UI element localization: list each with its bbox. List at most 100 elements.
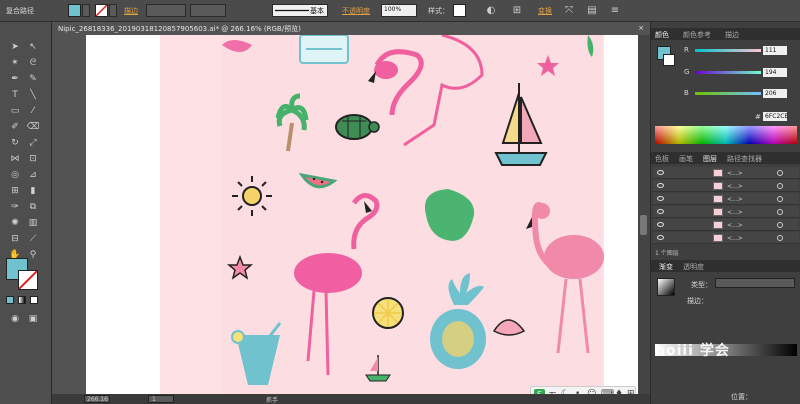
pen-tool-icon[interactable]: ✒ — [8, 72, 22, 86]
channel-r-value[interactable]: 111 — [763, 46, 787, 55]
close-document-icon[interactable]: × — [638, 24, 644, 32]
line-segment-tool-icon[interactable]: ╲ — [26, 88, 40, 102]
vertical-scroll-thumb[interactable] — [640, 215, 647, 235]
flamingo-left-shape — [294, 193, 380, 376]
target-circle-icon[interactable] — [777, 196, 783, 202]
none-mode-button[interactable] — [30, 296, 38, 304]
target-circle-icon[interactable] — [777, 183, 783, 189]
graphic-style-swatch[interactable] — [453, 4, 466, 17]
column-graph-tool-icon[interactable]: ▥ — [26, 216, 40, 230]
opacity-link[interactable]: 不透明度 — [342, 6, 370, 16]
panel-menu-icon[interactable]: ≡ — [608, 4, 622, 18]
zoom-field[interactable]: 266.16 — [84, 395, 110, 403]
artboard-tool-icon[interactable]: ⊟ — [8, 232, 22, 246]
gradient-type-dropdown[interactable] — [715, 278, 795, 288]
document-tab[interactable]: Nipic_26818336_20190318120857905603.ai* … — [52, 22, 650, 35]
tab-layers[interactable]: 图层 — [703, 154, 717, 164]
layer-row[interactable]: <...> — [653, 232, 799, 244]
fill-dropdown[interactable] — [82, 4, 90, 17]
canvas-area[interactable] — [52, 35, 638, 394]
tab-brushes[interactable]: 画笔 — [679, 154, 693, 164]
magic-wand-tool-icon[interactable]: ✴ — [8, 56, 22, 70]
brush-definition-field[interactable]: 基本 — [272, 4, 328, 17]
channel-g-slider[interactable] — [695, 71, 761, 74]
channel-g-value[interactable]: 194 — [763, 68, 787, 77]
tab-swatches[interactable]: 色板 — [655, 154, 669, 164]
shaper-tool-icon[interactable]: ✐ — [8, 120, 22, 134]
layer-row[interactable]: <...> — [653, 180, 799, 192]
eye-icon[interactable] — [657, 235, 664, 240]
selection-tool-icon[interactable]: ➤ — [8, 40, 22, 54]
eyedropper-tool-icon[interactable]: ✑ — [8, 200, 22, 214]
tab-stroke[interactable]: 描边 — [725, 30, 739, 40]
paintbrush-tool-icon[interactable]: ⁄ — [26, 104, 40, 118]
opacity-field[interactable]: 100% — [381, 4, 417, 17]
hex-field[interactable]: 6FC2CE — [763, 112, 788, 121]
stroke-swatch[interactable] — [95, 4, 108, 17]
target-circle-icon[interactable] — [777, 209, 783, 215]
arrange-icon[interactable]: ▤ — [585, 4, 599, 18]
free-transform-tool-icon[interactable]: ⊡ — [26, 152, 40, 166]
tab-color-guide[interactable]: 颜色参考 — [683, 30, 711, 40]
target-circle-icon[interactable] — [777, 170, 783, 176]
tab-gradient[interactable]: 渐变 — [659, 262, 673, 272]
color-mode-button[interactable] — [6, 296, 14, 304]
eraser-tool-icon[interactable]: ⌫ — [26, 120, 40, 134]
mesh-tool-icon[interactable]: ⊞ — [8, 184, 22, 198]
tab-pathfinder[interactable]: 路径查找器 — [727, 154, 762, 164]
gradient-mode-button[interactable] — [18, 296, 26, 304]
gradient-tool-icon[interactable]: ▮ — [26, 184, 40, 198]
artboard-nav-field[interactable]: 1 — [148, 395, 174, 403]
watermark-text: hoiii 学会 — [655, 343, 730, 359]
width-tool-icon[interactable]: ⋈ — [8, 152, 22, 166]
type-tool-icon[interactable]: T — [8, 88, 22, 102]
channel-b-slider[interactable] — [695, 92, 761, 95]
variable-width-dropdown[interactable] — [190, 4, 226, 17]
layer-row[interactable]: <...> — [653, 206, 799, 218]
tab-color[interactable]: 颜色 — [655, 30, 669, 40]
gradient-preview[interactable] — [657, 278, 675, 296]
color-spectrum[interactable] — [655, 126, 797, 144]
blend-tool-icon[interactable]: ⧉ — [26, 200, 40, 214]
recolor-icon[interactable]: ◐ — [484, 4, 498, 18]
target-circle-icon[interactable] — [777, 222, 783, 228]
curvature-tool-icon[interactable]: ✎ — [26, 72, 40, 86]
perspective-grid-tool-icon[interactable]: ⊿ — [26, 168, 40, 182]
target-circle-icon[interactable] — [777, 235, 783, 241]
channel-b-value[interactable]: 206 — [763, 89, 787, 98]
rectangle-tool-icon[interactable]: ▭ — [8, 104, 22, 118]
channel-r-slider[interactable] — [695, 49, 761, 52]
draw-mode-icon[interactable]: ◉ — [8, 312, 22, 326]
fill-swatch[interactable] — [68, 4, 81, 17]
stroke-color-box[interactable] — [18, 270, 38, 290]
eye-icon[interactable] — [657, 222, 664, 227]
layer-row[interactable]: <...> — [653, 219, 799, 231]
layer-row[interactable]: <...> — [653, 167, 799, 179]
eye-icon[interactable] — [657, 183, 664, 188]
shape-builder-tool-icon[interactable]: ◎ — [8, 168, 22, 182]
screen-mode-icon[interactable]: ▣ — [26, 312, 40, 326]
slice-tool-icon[interactable]: ⟋ — [26, 232, 40, 246]
sailboat-shape — [494, 83, 548, 166]
zoom-tool-icon[interactable]: ⚲ — [26, 248, 40, 262]
rotate-tool-icon[interactable]: ↻ — [8, 136, 22, 150]
eye-icon[interactable] — [657, 209, 664, 214]
eye-icon[interactable] — [657, 196, 664, 201]
stroke-link[interactable]: 描边 — [124, 6, 138, 16]
isolate-icon[interactable]: ⤧ — [562, 4, 576, 18]
stroke-dropdown[interactable] — [109, 4, 117, 17]
align-icon[interactable]: ⊞ — [510, 4, 524, 18]
lasso-tool-icon[interactable]: ᘓ — [26, 56, 40, 70]
scale-tool-icon[interactable]: ⤢ — [26, 136, 40, 150]
eye-icon[interactable] — [657, 170, 664, 175]
symbol-sprayer-tool-icon[interactable]: ✺ — [8, 216, 22, 230]
stroke-weight-field[interactable] — [146, 4, 186, 17]
direct-selection-tool-icon[interactable]: ↖ — [26, 40, 40, 54]
panel-stroke-swatch[interactable] — [663, 54, 675, 66]
layer-name: <...> — [727, 183, 743, 190]
transform-link[interactable]: 变换 — [538, 6, 552, 16]
layer-thumbnail — [713, 195, 723, 203]
tab-transparency[interactable]: 透明度 — [683, 262, 704, 272]
layer-row[interactable]: <...> — [653, 193, 799, 205]
vertical-scrollbar[interactable] — [638, 35, 650, 394]
